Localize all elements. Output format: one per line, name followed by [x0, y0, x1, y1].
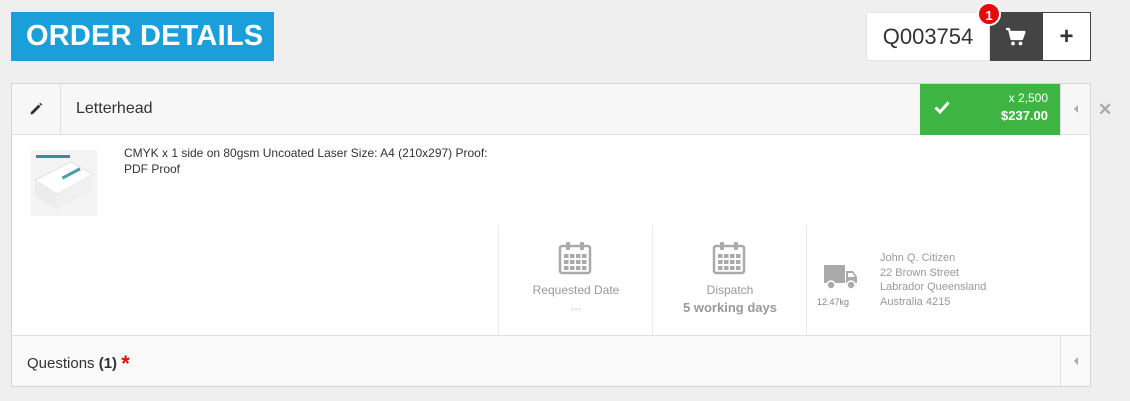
- page-title: ORDER DETAILS: [11, 12, 274, 61]
- price-summary[interactable]: x 2,500 $237.00: [920, 84, 1060, 135]
- questions-count: (1): [98, 355, 118, 372]
- address-line: Labrador Queensland: [880, 281, 987, 293]
- item-quantity: x 2,500: [1008, 91, 1048, 105]
- questions-header[interactable]: Questions (1) *: [27, 336, 130, 386]
- pencil-icon: [30, 102, 43, 115]
- address-line: Australia 4215: [880, 295, 951, 308]
- quote-number: Q003754: [866, 12, 990, 61]
- required-asterisk: *: [121, 351, 130, 376]
- check-icon: [934, 101, 950, 114]
- item-expand-toggle[interactable]: [1060, 84, 1090, 134]
- item-name: Letterhead: [76, 100, 153, 117]
- caret-left-icon: [1073, 105, 1078, 113]
- questions-section[interactable]: Questions (1) *: [12, 335, 1090, 386]
- dispatch-label: Dispatch: [706, 283, 754, 297]
- item-price: $237.00: [1001, 108, 1048, 123]
- close-icon[interactable]: ✕: [1098, 100, 1112, 120]
- add-button[interactable]: +: [1042, 12, 1091, 61]
- item-description: CMYK x 1 side on 80gsm Uncoated Laser Si…: [124, 145, 494, 177]
- edit-item-button[interactable]: [12, 84, 61, 134]
- requested-date-value: ...: [570, 298, 582, 313]
- shipping-section[interactable]: 12.47kg John Q. Citizen 22 Brown Street …: [806, 225, 1090, 335]
- description-line: PDF Proof: [124, 162, 181, 176]
- dispatch-section: Dispatch 5 working days: [652, 225, 806, 335]
- caret-left-icon: [1073, 357, 1078, 365]
- item-header: Letterhead x 2,500 $237.00: [12, 84, 1090, 135]
- calendar-icon: [558, 242, 592, 275]
- product-thumbnail: [31, 150, 97, 216]
- truck-icon: [824, 265, 857, 290]
- requested-date-section[interactable]: Requested Date ...: [498, 225, 652, 335]
- calendar-icon: [712, 242, 746, 275]
- questions-expand-toggle[interactable]: [1060, 336, 1090, 386]
- address-line: 22 Brown Street: [880, 266, 959, 279]
- address-line: John Q. Citizen: [880, 252, 956, 264]
- delivery-address: John Q. Citizen 22 Brown Street Labrador…: [880, 251, 986, 309]
- shipment-weight: 12.47kg: [817, 297, 850, 307]
- cart-count-badge: 1: [977, 2, 1001, 26]
- dispatch-value: 5 working days: [683, 300, 777, 315]
- order-item-panel: Letterhead x 2,500 $237.00 CMYK x 1 side…: [11, 83, 1091, 387]
- description-line: CMYK x 1 side on 80gsm Uncoated Laser Si…: [124, 146, 488, 160]
- questions-label: Questions: [27, 355, 95, 372]
- requested-date-label: Requested Date: [532, 283, 620, 297]
- cart-icon: [1006, 27, 1026, 45]
